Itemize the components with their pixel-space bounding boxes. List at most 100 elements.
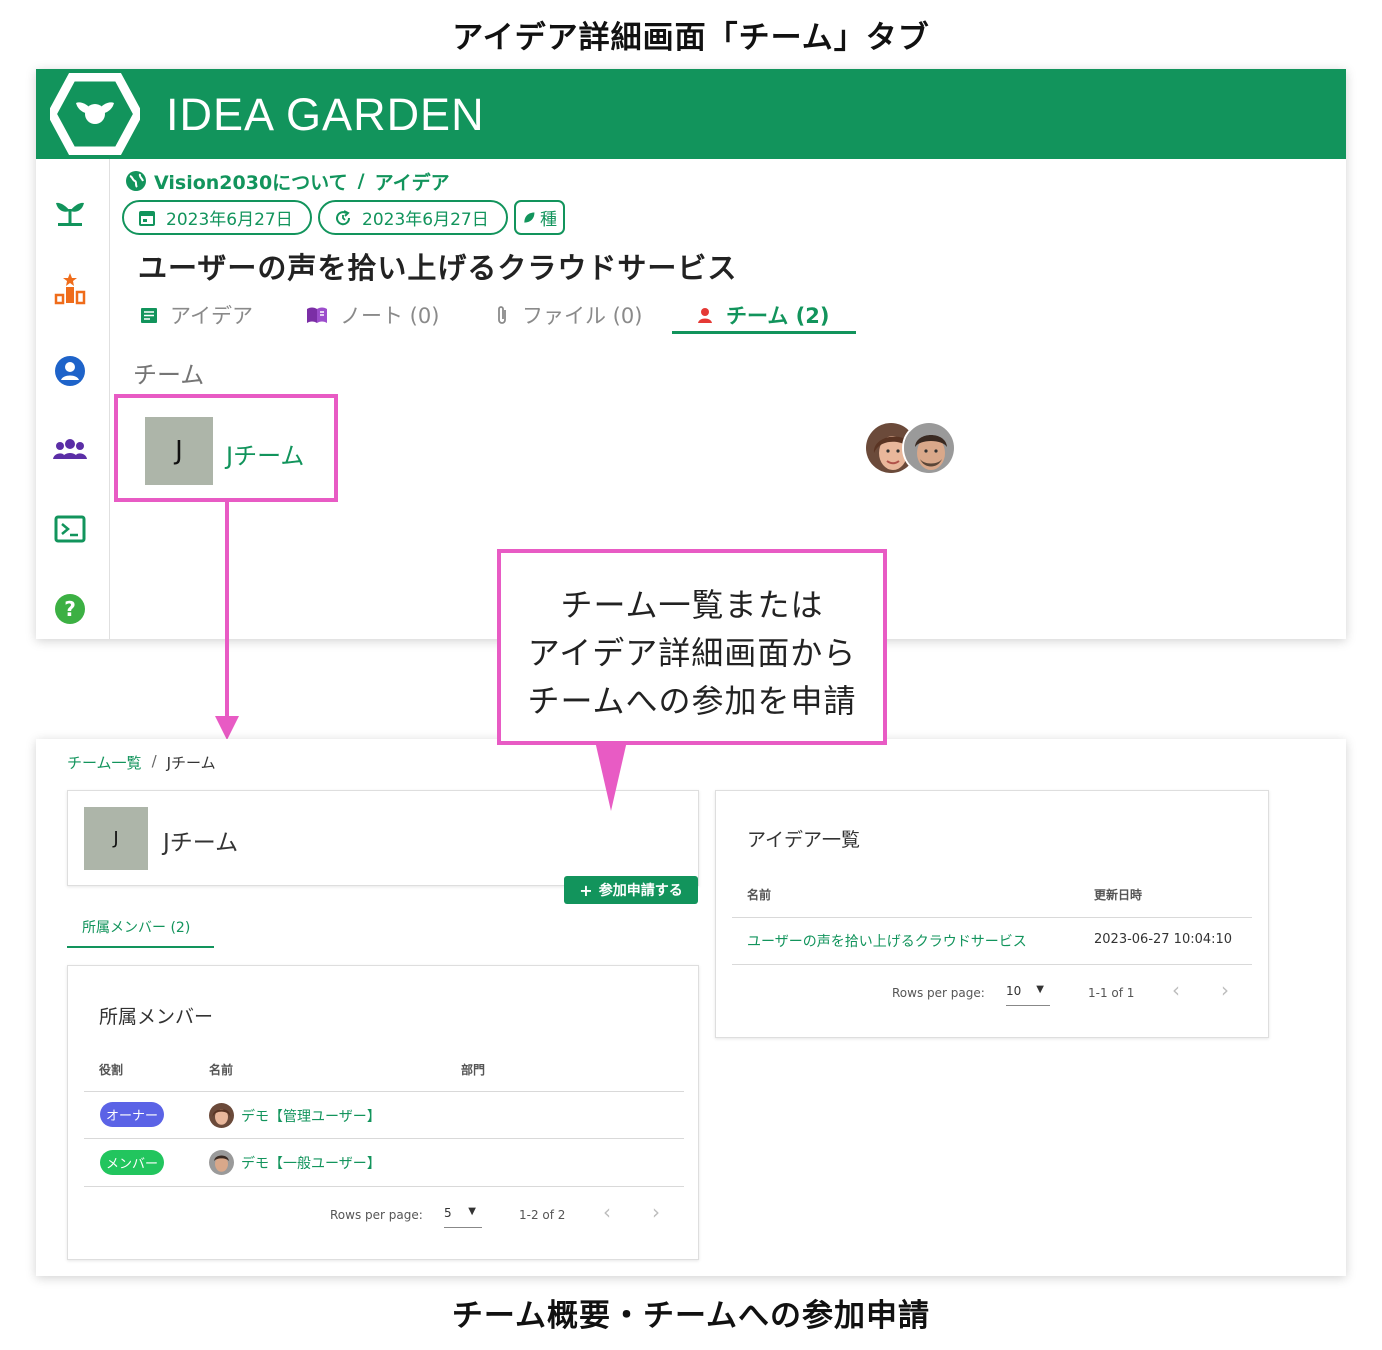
- member-avatar-stack: [864, 421, 959, 477]
- join-request-button-label: 参加申請する: [598, 883, 683, 899]
- account-circle-icon[interactable]: [52, 353, 88, 389]
- help-icon[interactable]: ?: [52, 591, 88, 627]
- join-request-button[interactable]: + 参加申請する: [564, 876, 698, 904]
- divider: [84, 1186, 684, 1187]
- team-card-highlight: J Jチーム: [114, 394, 338, 502]
- tab-file-label: ファイル (0): [522, 304, 643, 328]
- member-avatar: [209, 1103, 234, 1128]
- rows-per-page-value: 10: [1006, 984, 1022, 998]
- terminal-icon[interactable]: [52, 511, 88, 547]
- callout-box: チーム一覧または アイデア詳細画面から チームへの参加を申請: [497, 549, 887, 745]
- callout-line-1: チーム一覧または: [560, 586, 824, 624]
- caret-down-icon: ▼: [1036, 984, 1044, 995]
- chevron-right-icon[interactable]: ›: [1221, 978, 1229, 1002]
- tab-note-label: ノート (0): [340, 304, 440, 328]
- sprout-icon[interactable]: [52, 193, 88, 229]
- column-header-role[interactable]: 役割: [99, 1061, 123, 1078]
- tab-idea[interactable]: アイデア: [140, 297, 253, 333]
- divider: [732, 917, 1252, 918]
- rows-per-page-label: Rows per page:: [330, 1208, 423, 1222]
- team-name-link[interactable]: Jチーム: [226, 436, 304, 471]
- pagination-range: 1-2 of 2: [519, 1208, 566, 1222]
- breadcrumb-current[interactable]: アイデア: [375, 168, 450, 195]
- created-date: 2023年6月27日: [166, 210, 293, 230]
- group-icon[interactable]: [52, 431, 88, 467]
- column-header-department[interactable]: 部門: [461, 1061, 485, 1078]
- breadcrumb-separator: /: [357, 170, 365, 192]
- rows-per-page-value: 5: [444, 1206, 452, 1220]
- breadcrumb: Vision2030について / アイデア: [124, 168, 450, 195]
- team-list-link[interactable]: チーム一覧: [67, 752, 142, 773]
- rows-per-page-select[interactable]: 10 ▼: [1006, 984, 1050, 1006]
- column-header-name[interactable]: 名前: [209, 1061, 233, 1078]
- callout-line-3: チームへの参加を申請: [527, 682, 857, 720]
- chevron-right-icon[interactable]: ›: [652, 1200, 660, 1224]
- article-icon: [141, 308, 157, 323]
- caption-bottom: チーム概要・チームへの参加申請: [451, 1298, 931, 1334]
- logo-icon: [50, 73, 140, 155]
- team-name: Jチーム: [163, 830, 239, 856]
- idea-title: ユーザーの声を拾い上げるクラウドサービス: [138, 251, 738, 285]
- member-avatar: [209, 1150, 234, 1175]
- breadcrumb-current: Jチーム: [166, 754, 216, 772]
- plus-icon: +: [579, 880, 593, 900]
- book-icon: [307, 307, 327, 323]
- pagination-range: 1-1 of 1: [1088, 986, 1135, 1000]
- tab-idea-label: アイデア: [170, 304, 253, 328]
- member-avatar-man[interactable]: [902, 421, 956, 475]
- chevron-left-icon[interactable]: ‹: [1172, 978, 1180, 1002]
- callout-line-2: アイデア詳細画面から: [527, 634, 857, 672]
- breadcrumb-parent-link[interactable]: Vision2030について: [154, 168, 348, 195]
- updated-date: 2023年6月27日: [362, 210, 489, 230]
- app-header: IDEA GARDEN: [36, 69, 1346, 159]
- team-section-title: チーム: [133, 361, 205, 389]
- calendar-icon: [139, 210, 155, 226]
- globe-icon: [126, 171, 146, 191]
- tab-team[interactable]: チーム (2): [696, 297, 830, 333]
- leaf-icon: [524, 212, 535, 223]
- chevron-left-icon[interactable]: ‹: [603, 1200, 611, 1224]
- left-nav-rail: ?: [36, 159, 110, 639]
- stage-tag-label: 種: [540, 210, 557, 230]
- members-card: 所属メンバー 役割 名前 部門 オーナー デモ【管理ユーザー】 メンバー デモ【…: [67, 965, 699, 1260]
- tab-file[interactable]: ファイル (0): [494, 297, 642, 333]
- svg-text:?: ?: [64, 597, 76, 621]
- rows-per-page-select[interactable]: 5 ▼: [444, 1206, 482, 1228]
- stage-tag: 種: [514, 200, 565, 235]
- team-breadcrumb: チーム一覧 / Jチーム: [67, 752, 216, 773]
- ideas-card: アイデア一覧 名前 更新日時 ユーザーの声を拾い上げるクラウドサービス 2023…: [715, 790, 1269, 1038]
- caret-down-icon: ▼: [468, 1206, 476, 1217]
- rows-per-page-label: Rows per page:: [892, 986, 985, 1000]
- callout-text: チーム一覧または アイデア詳細画面から チームへの参加を申請: [501, 581, 883, 725]
- member-name-link[interactable]: デモ【一般ユーザー】: [241, 1153, 381, 1173]
- divider: [732, 964, 1252, 965]
- paperclip-icon: [498, 306, 506, 324]
- role-badge-member: メンバー: [100, 1150, 164, 1175]
- active-tab-indicator: [672, 331, 856, 334]
- caption-top: アイデア詳細画面「チーム」タブ: [452, 20, 930, 56]
- member-name-link[interactable]: デモ【管理ユーザー】: [241, 1106, 381, 1126]
- role-badge-owner: オーナー: [100, 1102, 164, 1127]
- update-icon: [336, 209, 351, 225]
- person-icon: [698, 308, 712, 323]
- breadcrumb-separator: /: [151, 752, 157, 770]
- members-card-title: 所属メンバー: [99, 1006, 214, 1028]
- created-date-chip: 2023年6月27日: [122, 200, 312, 235]
- column-header-name[interactable]: 名前: [747, 886, 771, 903]
- idea-updated-at: 2023-06-27 10:04:10: [1094, 932, 1233, 947]
- ideas-card-title: アイデア一覧: [747, 829, 861, 851]
- team-overview-screenshot: チーム一覧 / Jチーム J Jチーム + 参加申請する 所属メンバー (2) …: [36, 739, 1346, 1276]
- callout-pointer: [595, 741, 627, 811]
- tab-team-label: チーム (2): [726, 304, 830, 328]
- tab-members[interactable]: 所属メンバー (2): [82, 917, 190, 937]
- tab-note[interactable]: ノート (0): [306, 297, 439, 333]
- team-avatar: J: [84, 807, 148, 870]
- team-avatar: J: [145, 417, 213, 485]
- logo-text: IDEA GARDEN: [166, 89, 485, 140]
- active-tab-indicator: [67, 946, 214, 948]
- ranking-icon[interactable]: [52, 271, 88, 307]
- divider: [84, 1138, 684, 1139]
- updated-date-chip: 2023年6月27日: [318, 200, 508, 235]
- idea-name-link[interactable]: ユーザーの声を拾い上げるクラウドサービス: [747, 931, 1027, 951]
- column-header-updated[interactable]: 更新日時: [1094, 886, 1142, 903]
